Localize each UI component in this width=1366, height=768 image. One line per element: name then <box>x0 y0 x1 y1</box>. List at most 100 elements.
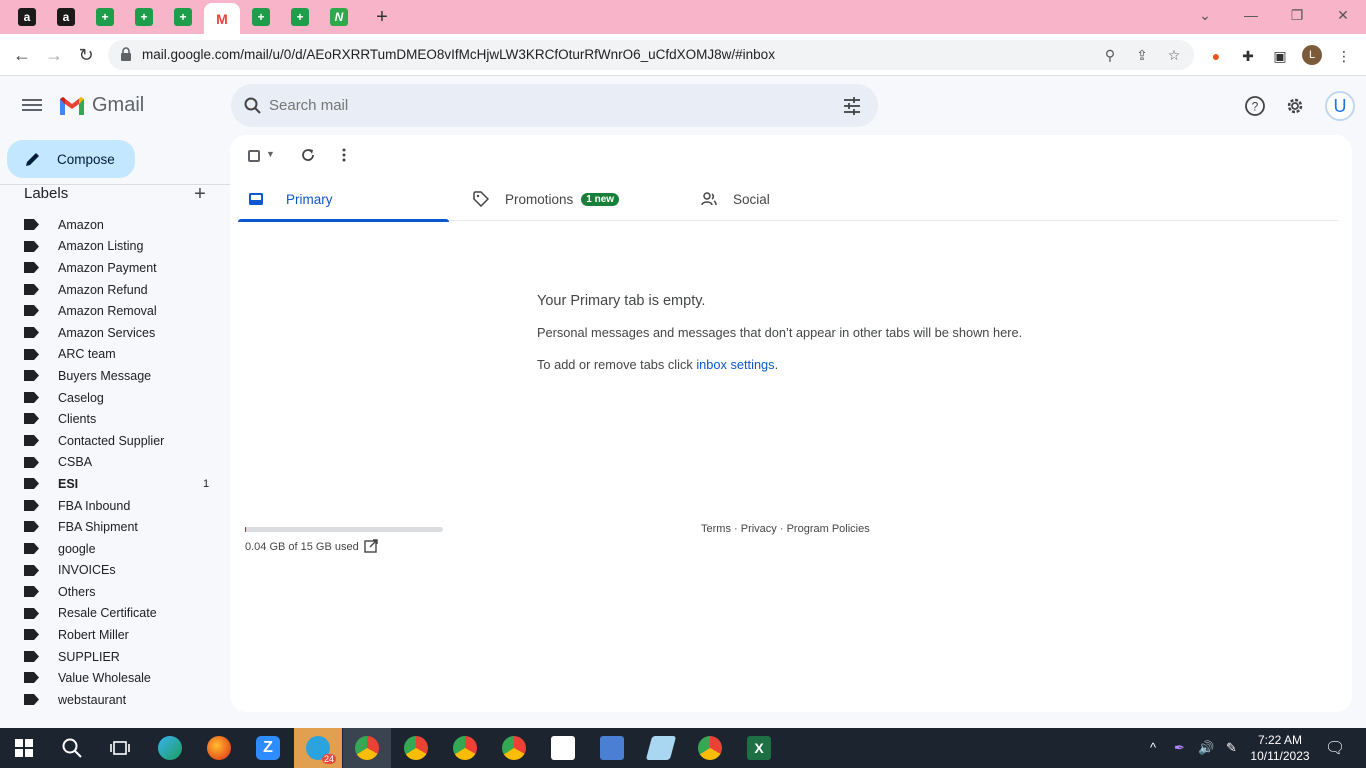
label-name: ESI <box>58 476 79 491</box>
more-options-icon[interactable] <box>336 147 352 163</box>
forward-button[interactable]: → <box>43 44 65 66</box>
browser-menu-icon[interactable]: ⋮ <box>1334 46 1354 66</box>
label-item[interactable]: ESI 1 <box>0 473 230 495</box>
label-item[interactable]: Contacted Supplier <box>0 430 230 452</box>
notifications-icon[interactable]: 🗨 <box>1325 738 1345 758</box>
side-panel-icon[interactable]: ▣ <box>1270 46 1290 66</box>
zoom-app-icon[interactable]: Z <box>244 728 292 768</box>
label-item[interactable]: Amazon <box>0 214 230 236</box>
select-all-checkbox[interactable] <box>248 150 260 162</box>
tab-primary[interactable]: Primary <box>238 177 449 222</box>
bookmark-star-icon[interactable]: ☆ <box>1165 46 1183 64</box>
label-item[interactable]: Resale Certificate <box>0 603 230 625</box>
gmail-app-icon[interactable] <box>539 728 587 768</box>
help-icon[interactable]: ? <box>1244 95 1266 117</box>
extension-fire-icon[interactable]: ● <box>1206 46 1226 66</box>
browser-tab[interactable]: + <box>243 3 279 31</box>
gmail-m-icon <box>60 96 84 115</box>
pen-tray-icon[interactable]: ✒ <box>1174 740 1185 756</box>
excel-icon[interactable]: X <box>735 728 783 768</box>
tab-promotions[interactable]: Promotions 1 new <box>463 177 674 221</box>
volume-icon[interactable]: 🔊 <box>1198 740 1214 756</box>
label-item[interactable]: Robert Miller <box>0 624 230 646</box>
firefox-icon[interactable] <box>195 728 243 768</box>
tab-search-chevron-icon[interactable]: ⌄ <box>1191 4 1219 26</box>
label-item[interactable]: ARC team <box>0 344 230 366</box>
gmail-logo[interactable]: Gmail <box>58 94 144 117</box>
open-in-new-icon[interactable] <box>364 539 378 553</box>
main-menu-icon[interactable] <box>22 96 42 116</box>
chrome-profile-4-icon[interactable] <box>490 728 538 768</box>
privacy-link[interactable]: Privacy <box>741 523 777 535</box>
chrome-profile-1-icon[interactable] <box>343 728 391 768</box>
label-item[interactable]: webstaurant <box>0 689 230 711</box>
tab-social[interactable]: Social <box>691 177 902 221</box>
label-item[interactable]: Amazon Removal <box>0 300 230 322</box>
label-item[interactable]: Amazon Payment <box>0 257 230 279</box>
label-item[interactable]: FBA Inbound <box>0 495 230 517</box>
address-bar[interactable]: mail.google.com/mail/u/0/d/AEoRXRRTumDME… <box>108 40 1194 70</box>
browser-tab[interactable]: a <box>48 3 84 31</box>
label-item[interactable]: CSBA <box>0 452 230 474</box>
task-view-icon[interactable] <box>96 728 144 768</box>
label-item[interactable]: Caselog <box>0 387 230 409</box>
calculator-icon[interactable] <box>588 728 636 768</box>
close-window-button[interactable]: ✕ <box>1329 4 1357 26</box>
create-label-plus-icon[interactable]: + <box>190 183 210 205</box>
browser-profile-avatar[interactable]: L <box>1302 45 1322 65</box>
notepad-icon[interactable] <box>637 728 685 768</box>
label-item[interactable]: Amazon Listing <box>0 236 230 258</box>
search-options-icon[interactable] <box>842 96 862 116</box>
taskbar-clock[interactable]: 7:22 AM 10/11/2023 <box>1248 732 1312 764</box>
browser-tab[interactable]: a <box>9 3 45 31</box>
pen-workspace-icon[interactable]: ✎ <box>1226 740 1237 756</box>
taskbar-search-icon[interactable] <box>48 728 96 768</box>
search-input[interactable] <box>269 93 829 117</box>
account-avatar[interactable]: U <box>1325 91 1355 121</box>
label-item[interactable]: Amazon Refund <box>0 279 230 301</box>
label-name: Others <box>58 584 96 599</box>
minimize-button[interactable]: — <box>1237 4 1265 26</box>
inbox-settings-link[interactable]: inbox settings <box>696 357 774 372</box>
terms-link[interactable]: Terms <box>701 523 731 535</box>
label-tag-icon <box>24 650 39 662</box>
label-item[interactable]: INVOICEs <box>0 560 230 582</box>
chrome-profile-2-icon[interactable] <box>392 728 440 768</box>
browser-tab[interactable]: M <box>204 3 240 34</box>
show-hidden-icons-chevron-icon[interactable]: ^ <box>1150 740 1156 755</box>
label-unread-count: 1 <box>203 477 210 490</box>
label-item[interactable]: FBA Shipment <box>0 516 230 538</box>
edge-browser-icon[interactable] <box>146 728 194 768</box>
browser-tab[interactable]: + <box>87 3 123 31</box>
windows-start-icon[interactable] <box>0 728 48 768</box>
label-item[interactable]: google <box>0 538 230 560</box>
new-tab-button[interactable]: + <box>371 6 393 28</box>
back-button[interactable]: ← <box>11 44 33 66</box>
restore-button[interactable]: ❐ <box>1283 4 1311 26</box>
label-item[interactable]: SUPPLIER <box>0 646 230 668</box>
chrome-profile-3-icon[interactable] <box>441 728 489 768</box>
browser-tab[interactable]: + <box>126 3 162 31</box>
chrome-profile-5-icon[interactable] <box>686 728 734 768</box>
zoom-icon[interactable]: ⚲ <box>1101 46 1119 64</box>
label-name: Amazon Services <box>58 325 156 340</box>
label-item[interactable]: Others <box>0 581 230 603</box>
label-item[interactable]: Amazon Services <box>0 322 230 344</box>
browser-tab[interactable]: N <box>321 3 357 31</box>
program-policies-link[interactable]: Program Policies <box>787 523 870 535</box>
settings-gear-icon[interactable] <box>1284 95 1306 117</box>
reload-button[interactable]: ↻ <box>75 44 97 66</box>
label-item[interactable]: Value Wholesale <box>0 667 230 689</box>
label-item[interactable]: Buyers Message <box>0 365 230 387</box>
select-dropdown-icon[interactable]: ▼ <box>266 149 275 159</box>
browser-tab[interactable]: + <box>282 3 318 31</box>
compose-button[interactable]: Compose <box>7 140 135 178</box>
refresh-icon[interactable] <box>300 147 316 163</box>
app-icon: N <box>330 8 348 26</box>
search-icon[interactable] <box>243 96 263 116</box>
share-icon[interactable]: ⇪ <box>1133 46 1151 64</box>
extensions-puzzle-icon[interactable]: ✚ <box>1238 46 1258 66</box>
telegram-icon[interactable]: 24 <box>294 728 342 768</box>
browser-tab[interactable]: + <box>165 3 201 31</box>
label-item[interactable]: Clients <box>0 408 230 430</box>
